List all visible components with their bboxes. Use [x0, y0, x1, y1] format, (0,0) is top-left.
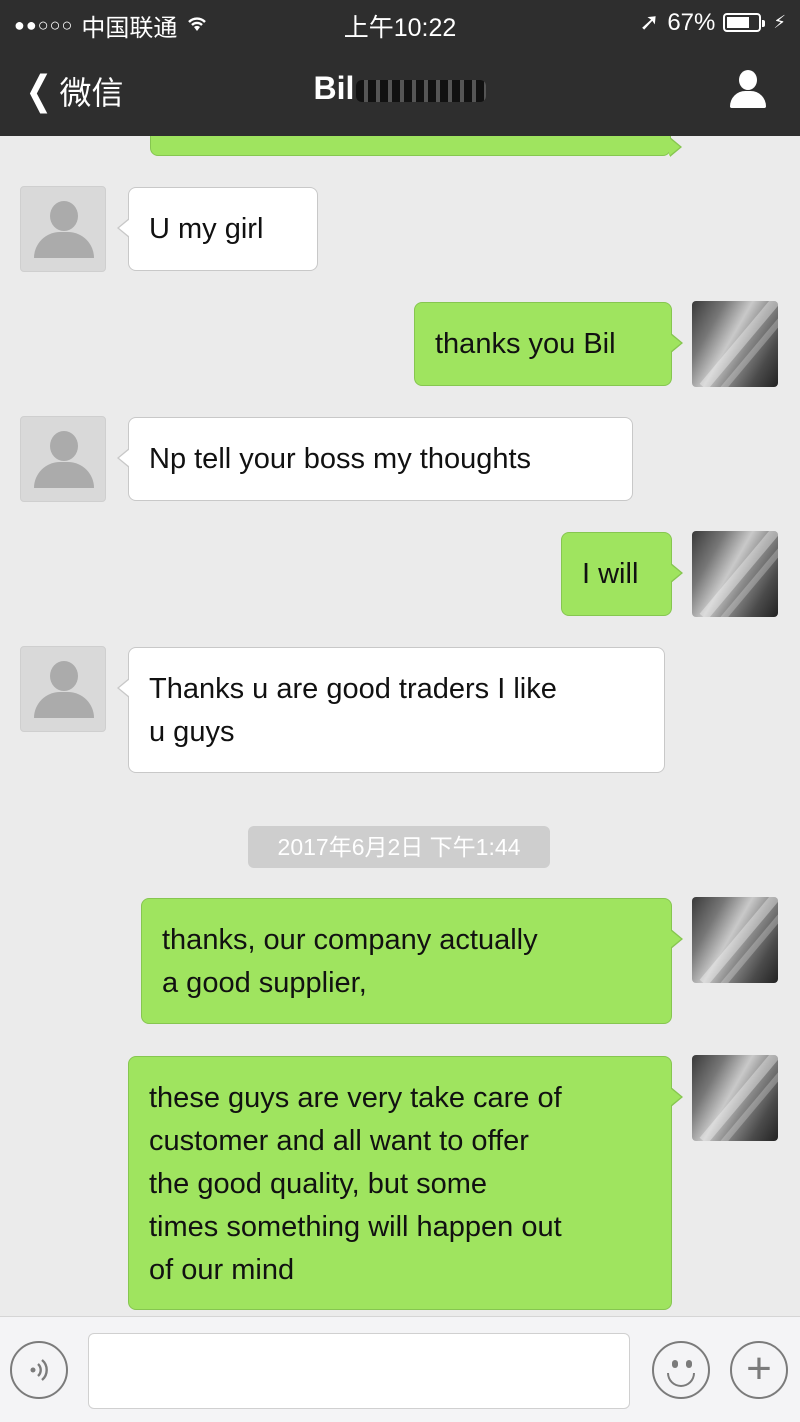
message-text: Np tell your boss my thoughts — [149, 443, 532, 475]
emoji-icon[interactable] — [652, 1341, 710, 1399]
contact-avatar[interactable] — [20, 646, 106, 732]
message-text: thanks you Bil — [435, 328, 616, 360]
message-bubble-outgoing[interactable]: thanks you Bil — [414, 302, 683, 386]
navigation-bar: ❮ 微信 Bil — [0, 50, 800, 136]
message-bubble-incoming[interactable]: U my girl — [117, 187, 318, 271]
location-arrow-icon: ➚ — [639, 9, 660, 36]
plus-icon[interactable]: + — [730, 1341, 788, 1399]
contact-avatar[interactable] — [20, 186, 106, 272]
user-avatar[interactable] — [692, 1055, 778, 1141]
message-bubble-clipped[interactable] — [150, 136, 682, 157]
battery-percent: 67% — [667, 8, 716, 36]
user-avatar[interactable] — [692, 897, 778, 983]
message-bubble-incoming[interactable]: Np tell your boss my thoughts — [117, 417, 633, 501]
message-timestamp: 2017年6月2日 下午1:44 — [248, 826, 550, 868]
voice-icon[interactable] — [10, 1341, 68, 1399]
message-list[interactable]: U my girl thanks you Bil Np tell your bo… — [0, 136, 800, 1316]
user-avatar[interactable] — [692, 301, 778, 387]
status-bar: ●●○○○ 中国联通 上午10:22 ➚ 67% ⚡ — [0, 0, 800, 46]
contact-avatar[interactable] — [20, 416, 106, 502]
input-bar: + — [0, 1316, 800, 1422]
message-text: U my girl — [149, 213, 264, 245]
message-text: these guys are very take care of custome… — [149, 1082, 562, 1286]
message-bubble-outgoing[interactable]: thanks, our company actually a good supp… — [141, 898, 683, 1024]
user-avatar[interactable] — [692, 531, 778, 617]
profile-icon[interactable] — [728, 70, 768, 110]
message-text: Thanks u are good traders I like u guys — [149, 673, 557, 748]
chat-title: Bil — [0, 70, 800, 107]
message-bubble-incoming[interactable]: Thanks u are good traders I like u guys — [117, 647, 665, 773]
battery-icon — [723, 13, 766, 32]
message-text: I will — [582, 558, 639, 590]
message-input[interactable] — [88, 1333, 630, 1409]
redaction-scribble — [356, 79, 487, 102]
message-text: thanks, our company actually a good supp… — [162, 924, 538, 999]
chat-title-text: Bil — [313, 70, 355, 106]
message-bubble-outgoing[interactable]: I will — [561, 532, 683, 616]
top-bar: ●●○○○ 中国联通 上午10:22 ➚ 67% ⚡ ❮ 微信 Bil — [0, 0, 800, 136]
message-bubble-outgoing[interactable]: these guys are very take care of custome… — [128, 1056, 683, 1310]
charging-icon: ⚡ — [773, 12, 786, 32]
